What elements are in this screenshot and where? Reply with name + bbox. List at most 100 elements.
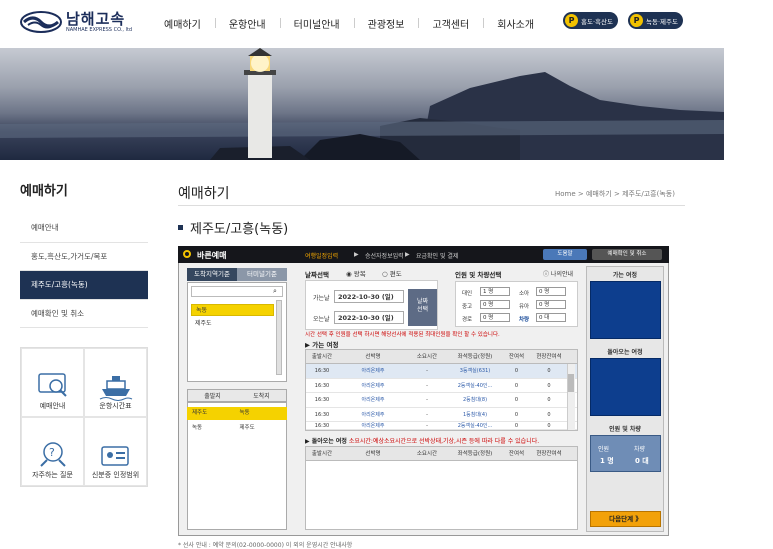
region-search-input[interactable] [191,286,283,297]
brand-circle-icon [183,250,191,258]
sidebar-title: 예매하기 [20,184,68,199]
child-label: 소아 [519,291,530,297]
table-row[interactable]: 16:30 아리온제주 -1등침대(4) 0 0 [306,408,577,422]
senior-select[interactable]: 0 명 [480,313,510,322]
summary-people-label: 인원 및 차량 [609,426,641,433]
quick-link-guide[interactable]: 예매안내 [21,348,84,417]
table-header: 출발시간 선박명 소요시간 좌석등급(정원) 잔여석 현장잔여석 [306,447,577,461]
back-date-label: 오는날 [313,316,330,323]
summary-back-label: 돌아오는 여정 [607,349,643,356]
tab-arrival-region[interactable]: 도착지역기준 [187,268,237,281]
go-date-input[interactable]: 2022-10-30 (일) [334,290,404,303]
tab-terminal[interactable]: 터미널기준 [237,268,287,281]
step-itinerary: 여행일정입력 [305,253,339,260]
oneway-radio[interactable]: ○ 편도 [382,268,402,278]
table-header: 출발시간 선박명 소요시간 좌석등급(정원) 잔여석 현장잔여석 [306,350,577,364]
parking-icon: P [565,14,578,27]
go-trip-label: ▶ 가는 여정 [305,341,339,349]
search-icon[interactable]: ⌕ [273,287,277,296]
widget-brand: 바른예매 [197,251,227,260]
ship-icon [99,376,132,401]
table-row[interactable]: 16:30 아리온제주 -2등객실-40인... 0 0 [306,379,577,393]
senior-label: 경로 [462,317,473,323]
page-title: 예매하기 [178,186,230,202]
step-payment: 요금확인 및 결제 [416,253,459,260]
infant-label: 유아 [519,304,530,310]
adult-select[interactable]: 1 명 [480,287,510,296]
summary-go-box [590,281,661,339]
next-step-button[interactable]: 다음단계 》 [590,511,661,527]
nav-schedule[interactable]: 운항안내 [214,16,280,31]
route-row[interactable]: 제주도 녹동 [187,407,287,420]
student-select[interactable]: 0 명 [480,300,510,309]
summary-back-box [590,358,661,416]
summary-people-box [590,435,661,472]
back-date-input[interactable]: 2022-10-30 (일) [334,311,404,324]
hongdo-shortcut-button[interactable]: P 홍도·흑산도 [563,12,618,29]
vehicle-select[interactable]: 0 대 [536,313,566,322]
summary-go-label: 가는 여정 [612,272,638,279]
breadcrumb: Home > 예매하기 > 제주도/고흥(녹동) [555,190,675,198]
infant-select[interactable]: 0 명 [536,300,566,309]
parking-icon: P [630,14,643,27]
sidebar-item-hongdo[interactable]: 홍도,흑산도,가거도/목포 [20,243,148,271]
bullet-icon [178,225,183,230]
nav-tourism[interactable]: 관광정보 [353,16,419,31]
summary-ppl-label: 인원 [598,446,610,453]
student-label: 중고 [462,304,473,310]
divider [178,205,685,206]
vehicle-label: 차량 [519,317,530,323]
back-trip-heading: ▶ 돌아오는 여정 소요시간:예상소요시간으로 선박상태,기상,시즌 등에 따라… [305,438,540,445]
quick-links-grid: 예매안내 운항시간표 ? 자주하는 질문 신분증 인정범위 [20,347,148,487]
route-row[interactable]: 녹동 제주도 [187,422,287,435]
nav-booking[interactable]: 예매하기 [150,16,215,31]
roundtrip-radio[interactable]: ◉ 왕복 [346,268,366,278]
section-title: 제주도/고흥(녹동) [190,222,289,237]
go-date-label: 가는날 [313,295,330,302]
main-nav: 예매하기 운항안내 터미널안내 관광정보 고객센터 회사소개 [150,16,548,31]
logo-subtitle: NAMHAE EXPRESS CO., ltd [66,27,133,33]
logo-icon[interactable] [20,10,62,34]
quick-link-timetable[interactable]: 운항시간표 [84,348,147,417]
scroll-thumb[interactable] [568,374,574,392]
id-card-icon [100,446,129,466]
sidebar-item-guide[interactable]: 예매안내 [20,214,148,243]
region-item[interactable]: 제주도 [191,318,274,330]
child-select[interactable]: 0 명 [536,287,566,296]
scrollbar[interactable] [276,300,282,375]
chevron-right-icon: ▶ [405,251,410,258]
region-list [187,282,287,382]
lighthouse-image [0,48,724,160]
table-row[interactable]: 16:30 아리온제주 -2등침대(8) 0 0 [306,393,577,408]
logo-title[interactable]: 남해고속 [66,8,125,29]
summary-car-value: 0 대 [635,457,649,465]
route-header: 출발지 도착지 [187,389,287,402]
monitor-ticket-icon [37,373,67,397]
step-passenger: 승선자정보입력 [365,253,404,260]
nokdong-shortcut-button[interactable]: P 녹동·제주도 [628,12,683,29]
sidebar-item-confirm[interactable]: 예매확인 및 취소 [20,300,148,328]
date-section-label: 날짜선택 [305,271,329,279]
check-cancel-button[interactable]: 예매확인 및 취소 [592,249,662,260]
nav-customer[interactable]: 고객센터 [418,16,483,31]
nav-terminal[interactable]: 터미널안내 [279,16,354,31]
sidebar-item-jeju[interactable]: 제주도/고흥(녹동) [20,271,148,300]
back-trip-table: 출발시간 선박명 소요시간 좌석등급(정원) 잔여석 현장잔여석 [305,446,578,530]
chevron-right-icon: ▶ [354,251,359,258]
table-row[interactable]: 16:30 아리온제주 -3등객실(631) 0 0 [306,364,577,379]
quick-link-faq[interactable]: ? 자주하는 질문 [21,417,84,486]
nav-company[interactable]: 회사소개 [483,16,548,31]
adult-label: 대인 [462,291,473,297]
notice-text: 시간 선택 후 인원을 선택 하시면 해당선사에 적용된 최대인원을 확인 할 … [305,332,500,338]
summary-car-label: 차량 [634,446,646,453]
date-select-button[interactable]: 날짜 선택 [408,289,437,326]
region-item[interactable]: 녹동 [191,304,274,316]
region-tabs: 도착지역기준 터미널기준 [187,268,287,281]
quick-link-id[interactable]: 신분증 인정범위 [84,417,147,486]
svg-text:?: ? [49,446,55,459]
hero-banner [0,48,724,160]
help-button[interactable]: 도움말 [543,249,587,260]
my-info-link[interactable]: ⓘ 나의안내 [543,269,573,278]
go-trip-table: 출발시간 선박명 소요시간 좌석등급(정원) 잔여석 현장잔여석 16:30 아리온제주 -3… [305,349,578,431]
table-row[interactable]: 16:30 아리온제주 -2등객실-40인... 0 0 [306,422,577,430]
